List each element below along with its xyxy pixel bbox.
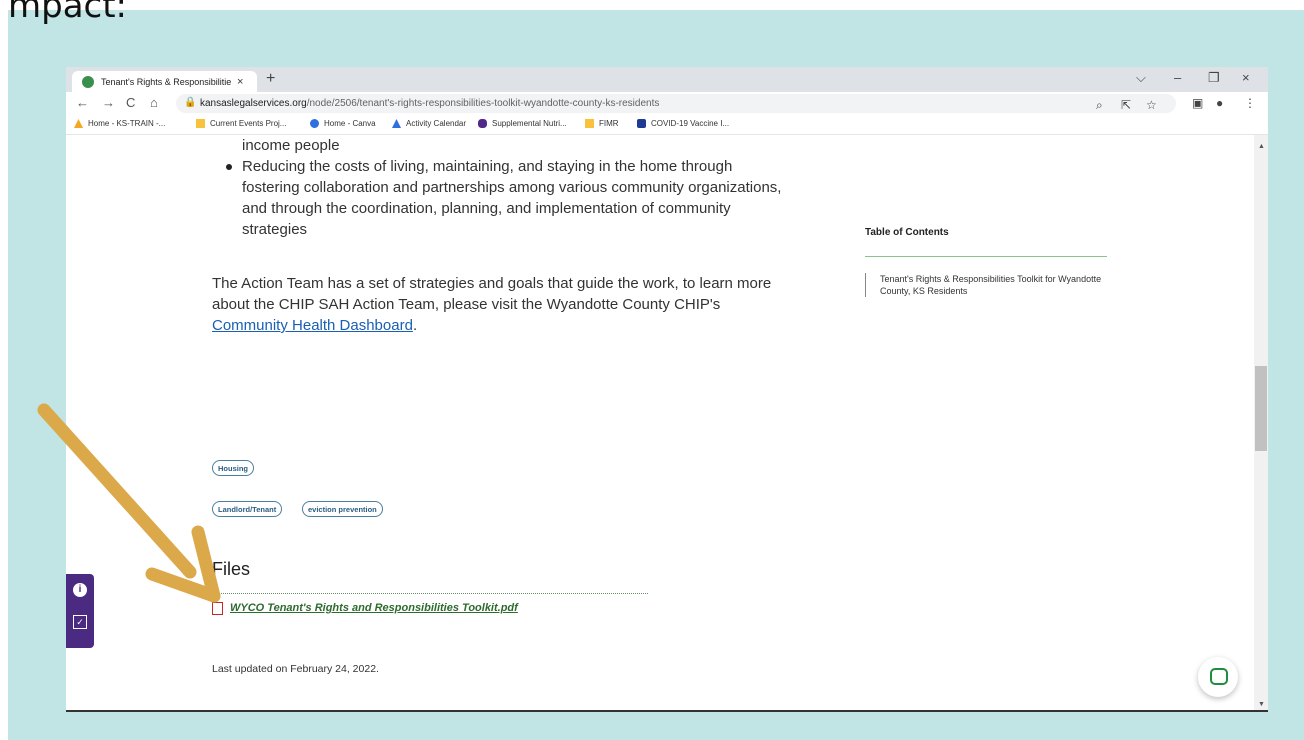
annotation-arrow-icon [37,403,221,603]
